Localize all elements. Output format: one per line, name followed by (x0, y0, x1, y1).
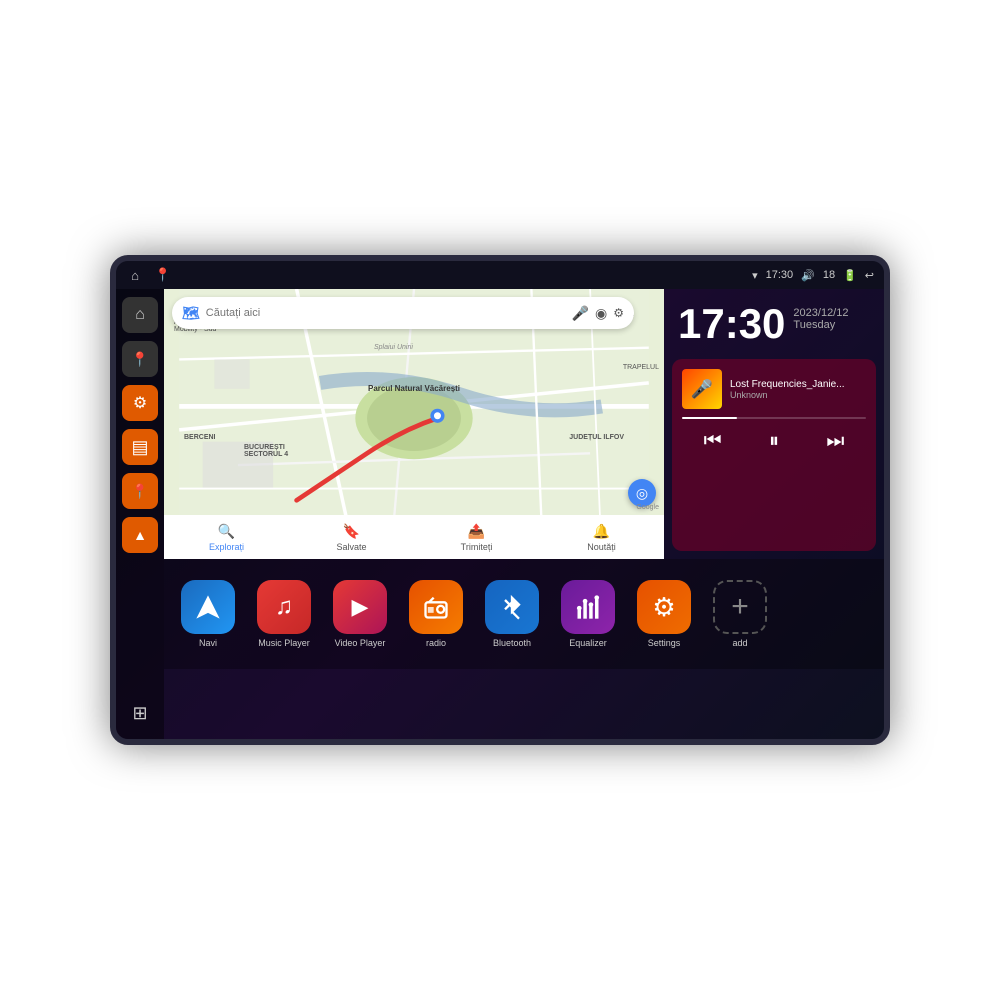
equalizer-icon (561, 580, 615, 634)
back-icon[interactable]: ↩ (865, 269, 874, 282)
app-settings[interactable]: ⚙ Settings (630, 580, 698, 648)
music-artist: Unknown (730, 390, 866, 400)
sidebar-item-settings[interactable]: ⚙ (122, 385, 158, 421)
map-label-trapelul: TRAPELUL (623, 364, 659, 371)
map-location-fab[interactable]: ◎ (628, 479, 656, 507)
map-label-park: Parcul Natural Văcărești (368, 384, 460, 393)
navi-icon (181, 580, 235, 634)
sidebar-item-map[interactable]: 📍 (122, 473, 158, 509)
map-search-bar[interactable]: 🗺 🎤 ◉ ⚙ (172, 297, 634, 329)
maps-status-icon[interactable]: 📍 (154, 266, 172, 284)
video-player-icon: ▶ (333, 580, 387, 634)
map-nav-saved[interactable]: 🔖 Salvate (289, 523, 414, 552)
top-half: Parcul Natural Văcărești AXIS PremiumMob… (164, 289, 884, 559)
map-label-splaiui: Splaiui Unirii (374, 344, 413, 351)
music-player-icon: ♫ (257, 580, 311, 634)
radio-icon (409, 580, 463, 634)
album-art-image: 🎤 (682, 369, 722, 409)
wifi-icon: ▾ (752, 269, 758, 282)
map-layer-icon[interactable]: ◉ (595, 305, 607, 322)
prev-button[interactable]: ⏮ (697, 425, 729, 457)
main-content: ⌂ 📍 ⚙ ▤ 📍 ▲ ⊞ (116, 289, 884, 739)
volume-icon: 🔊 (801, 269, 815, 282)
send-icon: 📤 (468, 523, 485, 540)
pause-button[interactable]: ⏸ (758, 425, 790, 457)
music-controls: ⏮ ⏸ ⏭ (682, 425, 866, 457)
clock-section: 17:30 2023/12/12 Tuesday (664, 289, 884, 359)
radio-label: radio (426, 638, 446, 648)
bluetooth-label: Bluetooth (493, 638, 531, 648)
next-button[interactable]: ⏭ (819, 425, 851, 457)
clock-weekday: Tuesday (793, 319, 848, 331)
app-grid: Navi ♫ Music Player ▶ Video Player (164, 559, 884, 669)
bluetooth-icon (485, 580, 539, 634)
app-equalizer[interactable]: Equalizer (554, 580, 622, 648)
explore-icon: 🔍 (218, 523, 235, 540)
music-text: Lost Frequencies_Janie... Unknown (730, 379, 866, 400)
album-art: 🎤 (682, 369, 722, 409)
explore-label: Explorați (209, 542, 244, 552)
app-video-player[interactable]: ▶ Video Player (326, 580, 394, 648)
music-progress-bar[interactable] (682, 417, 866, 419)
sidebar: ⌂ 📍 ⚙ ▤ 📍 ▲ ⊞ (116, 289, 164, 739)
map-bottom-nav: 🔍 Explorați 🔖 Salvate 📤 Trimiteți � (164, 515, 664, 559)
music-info: 🎤 Lost Frequencies_Janie... Unknown (682, 369, 866, 409)
map-search-input[interactable] (206, 307, 566, 319)
clock-time: 17:30 (678, 303, 785, 345)
music-title: Lost Frequencies_Janie... (730, 379, 866, 390)
battery-level: 18 (823, 269, 835, 281)
map-label-berceni: BERCENI (184, 434, 216, 441)
send-label: Trimiteți (461, 542, 493, 552)
map-settings-icon[interactable]: ⚙ (613, 306, 624, 320)
sidebar-item-navigate[interactable]: ▲ (122, 517, 158, 553)
map-nav-news[interactable]: 🔔 Noutăți (539, 523, 664, 552)
clock-date-value: 2023/12/12 (793, 307, 848, 319)
status-bar: ⌂ 📍 ▾ 17:30 🔊 18 🔋 ↩ (116, 261, 884, 289)
app-add[interactable]: + add (706, 580, 774, 648)
music-section: 🎤 Lost Frequencies_Janie... Unknown ⏮ (672, 359, 876, 551)
saved-icon: 🔖 (343, 523, 360, 540)
status-left: ⌂ 📍 (126, 266, 172, 284)
map-area[interactable]: Parcul Natural Văcărești AXIS PremiumMob… (164, 289, 664, 559)
video-player-label: Video Player (335, 638, 386, 648)
right-panel: 17:30 2023/12/12 Tuesday 🎤 Lost (664, 289, 884, 559)
voice-search-icon[interactable]: 🎤 (572, 305, 589, 322)
status-time: 17:30 (766, 269, 794, 281)
clock-date: 2023/12/12 Tuesday (793, 303, 848, 331)
status-right: ▾ 17:30 🔊 18 🔋 ↩ (752, 269, 874, 282)
music-progress-fill (682, 417, 737, 419)
app-music-player[interactable]: ♫ Music Player (250, 580, 318, 648)
equalizer-label: Equalizer (569, 638, 607, 648)
google-maps-icon: 🗺 (182, 305, 200, 322)
app-radio[interactable]: radio (402, 580, 470, 648)
map-label-google: Google (636, 504, 659, 511)
app-bluetooth[interactable]: Bluetooth (478, 580, 546, 648)
saved-label: Salvate (336, 542, 366, 552)
battery-icon: 🔋 (843, 269, 857, 282)
add-label: add (732, 638, 747, 648)
map-label-sector4: BUCUREȘTISECTORUL 4 (244, 444, 288, 458)
sidebar-item-home[interactable]: ⌂ (122, 297, 158, 333)
music-player-label: Music Player (258, 638, 310, 648)
sidebar-item-folder[interactable]: ▤ (122, 429, 158, 465)
news-icon: 🔔 (593, 523, 610, 540)
settings-icon: ⚙ (637, 580, 691, 634)
home-status-icon[interactable]: ⌂ (126, 266, 144, 284)
navi-label: Navi (199, 638, 217, 648)
sidebar-item-grid[interactable]: ⊞ (122, 695, 158, 731)
sidebar-item-location[interactable]: 📍 (122, 341, 158, 377)
map-label-ilfov: JUDEȚUL ILFOV (569, 434, 624, 441)
app-navi[interactable]: Navi (174, 580, 242, 648)
content-area: Parcul Natural Văcărești AXIS PremiumMob… (164, 289, 884, 739)
add-icon: + (713, 580, 767, 634)
map-nav-send[interactable]: 📤 Trimiteți (414, 523, 539, 552)
news-label: Noutăți (587, 542, 616, 552)
settings-label: Settings (648, 638, 681, 648)
device-frame: ⌂ 📍 ▾ 17:30 🔊 18 🔋 ↩ ⌂ 📍 ⚙ ▤ (110, 255, 890, 745)
map-nav-explore[interactable]: 🔍 Explorați (164, 523, 289, 552)
